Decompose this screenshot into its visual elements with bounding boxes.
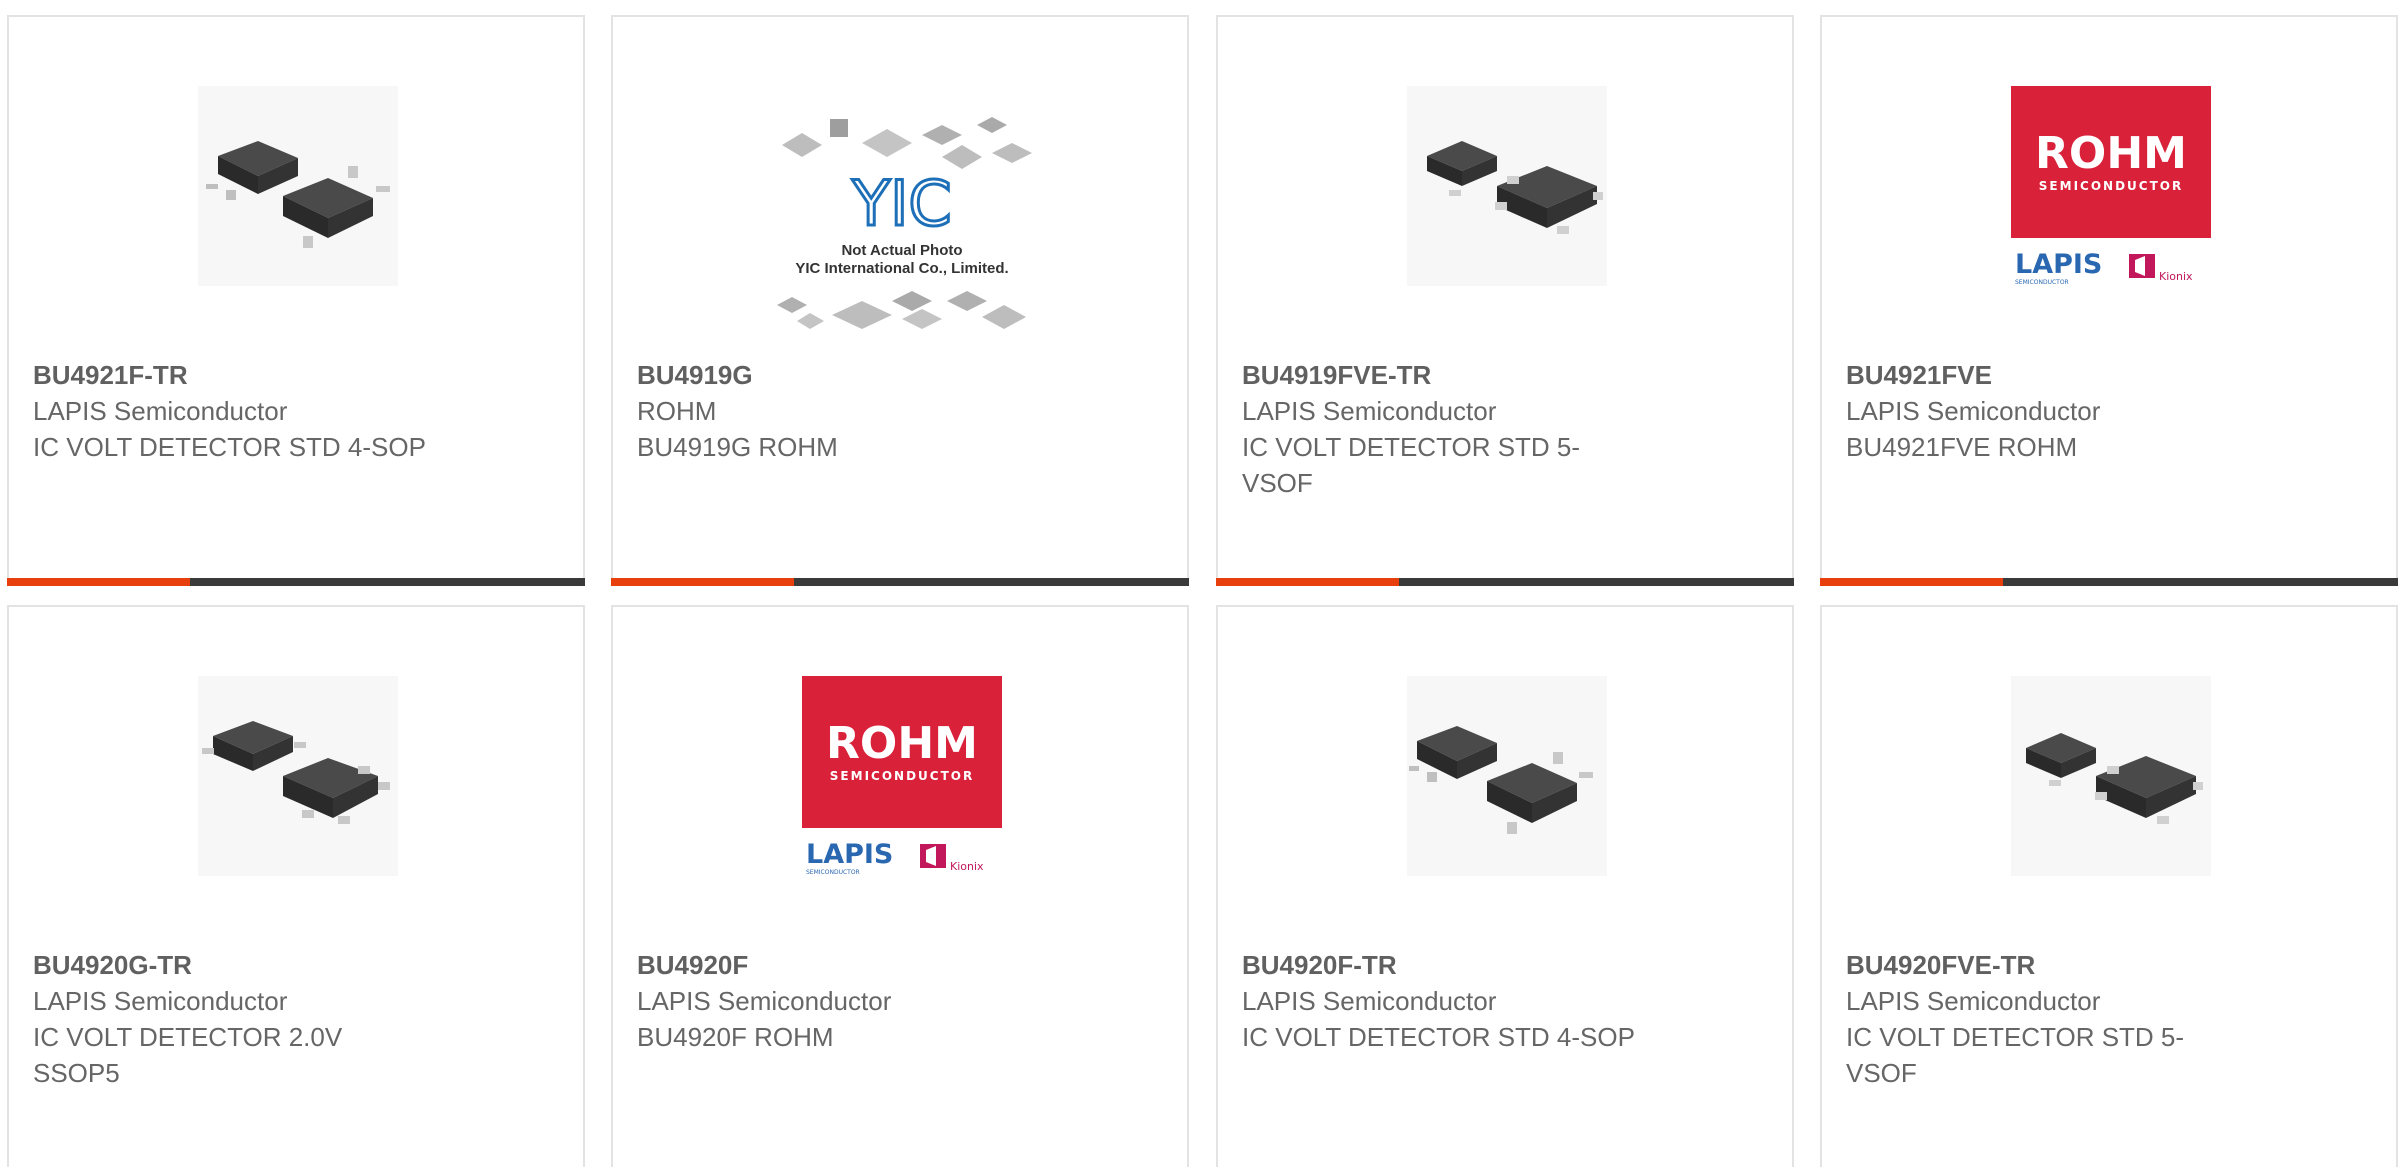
lapis-subtitle: SEMICONDUCTOR (806, 869, 860, 876)
card-accent-highlight (7, 578, 190, 586)
manufacturer: LAPIS Semiconductor (1242, 986, 1497, 1016)
manufacturer: LAPIS Semiconductor (33, 986, 288, 1016)
manufacturer: LAPIS Semiconductor (1846, 986, 2101, 1016)
rohm-logo-image[interactable]: ROHM SEMICONDUCTOR LAPIS SEMICONDUCTOR K… (802, 676, 1002, 876)
chip-sop4-image[interactable] (198, 86, 398, 286)
chip-sop4-image[interactable] (1407, 676, 1607, 876)
product-card[interactable]: BU4920F-TR LAPIS Semiconductor IC VOLT D… (1216, 605, 1794, 1167)
lapis-subtitle: SEMICONDUCTOR (2015, 279, 2069, 286)
part-number[interactable]: BU4920F-TR (1242, 950, 1397, 980)
card-accent-bar (1820, 578, 2398, 586)
part-number[interactable]: BU4921F-TR (33, 360, 188, 390)
product-card[interactable]: BU4920FVE-TR LAPIS Semiconductor IC VOLT… (1820, 605, 2398, 1167)
card-accent-highlight (1216, 578, 1399, 586)
product-description: BU4921FVE ROHM (1846, 432, 2078, 462)
rohm-subtitle: SEMICONDUCTOR (2039, 179, 2183, 193)
chip-vsof5-image[interactable] (1407, 86, 1607, 286)
product-card[interactable]: ROHM SEMICONDUCTOR LAPIS SEMICONDUCTOR K… (1820, 15, 2398, 586)
rohm-logo-image[interactable]: ROHM SEMICONDUCTOR LAPIS SEMICONDUCTOR K… (2011, 86, 2211, 286)
product-info: BU4921F-TR LAPIS Semiconductor IC VOLT D… (33, 357, 433, 465)
lapis-wordmark: LAPIS (2015, 249, 2102, 280)
part-number[interactable]: BU4921FVE (1846, 360, 1992, 390)
yic-placeholder-image[interactable]: YIC Not Actual Photo YIC International C… (752, 105, 1052, 345)
product-description: IC VOLT DETECTOR 2.0V SSOP5 (33, 1022, 343, 1088)
product-description: BU4920F ROHM (637, 1022, 834, 1052)
manufacturer: LAPIS Semiconductor (1846, 396, 2101, 426)
manufacturer: LAPIS Semiconductor (1242, 396, 1497, 426)
product-info: BU4921FVE LAPIS Semiconductor BU4921FVE … (1846, 357, 2246, 465)
product-info: BU4920F-TR LAPIS Semiconductor IC VOLT D… (1242, 947, 1642, 1055)
kionix-wordmark: Kionix (950, 860, 984, 873)
yic-brand: YIC (851, 167, 951, 240)
product-description: BU4919G ROHM (637, 432, 838, 462)
part-number[interactable]: BU4919G (637, 360, 753, 390)
product-card[interactable]: BU4920G-TR LAPIS Semiconductor IC VOLT D… (7, 605, 585, 1167)
card-accent-highlight (1820, 578, 2003, 586)
kionix-wordmark: Kionix (2159, 270, 2193, 283)
part-number[interactable]: BU4920FVE-TR (1846, 950, 2035, 980)
product-card[interactable]: YIC Not Actual Photo YIC International C… (611, 15, 1189, 586)
manufacturer: LAPIS Semiconductor (637, 986, 892, 1016)
card-accent-highlight (611, 578, 794, 586)
rohm-wordmark: ROHM (826, 718, 978, 769)
lapis-wordmark: LAPIS (806, 839, 893, 870)
card-accent-bar (611, 578, 1189, 586)
product-info: BU4920G-TR LAPIS Semiconductor IC VOLT D… (33, 947, 433, 1091)
manufacturer: LAPIS Semiconductor (33, 396, 288, 426)
card-accent-bar (1216, 578, 1794, 586)
product-card[interactable]: BU4919FVE-TR LAPIS Semiconductor IC VOLT… (1216, 15, 1794, 586)
part-number[interactable]: BU4920G-TR (33, 950, 192, 980)
product-info: BU4920FVE-TR LAPIS Semiconductor IC VOLT… (1846, 947, 2246, 1091)
rohm-wordmark: ROHM (2035, 128, 2187, 179)
yic-caption-2: YIC International Co., Limited. (795, 260, 1008, 277)
part-number[interactable]: BU4920F (637, 950, 748, 980)
product-grid: BU4921F-TR LAPIS Semiconductor IC VOLT D… (0, 0, 2400, 1167)
product-description: IC VOLT DETECTOR STD 5-VSOF (1242, 432, 1581, 498)
chip-ssop5-image[interactable] (198, 676, 398, 876)
manufacturer: ROHM (637, 396, 717, 426)
product-description: IC VOLT DETECTOR STD 4-SOP (1242, 1022, 1635, 1052)
rohm-subtitle: SEMICONDUCTOR (830, 769, 974, 783)
product-info: BU4920F LAPIS Semiconductor BU4920F ROHM (637, 947, 1037, 1055)
product-description: IC VOLT DETECTOR STD 4-SOP (33, 432, 426, 462)
chip-vsof5-image[interactable] (2011, 676, 2211, 876)
product-info: BU4919G ROHM BU4919G ROHM (637, 357, 1037, 465)
card-accent-bar (7, 578, 585, 586)
product-card[interactable]: BU4921F-TR LAPIS Semiconductor IC VOLT D… (7, 15, 585, 586)
yic-caption-1: Not Actual Photo (841, 242, 962, 259)
product-description: IC VOLT DETECTOR STD 5-VSOF (1846, 1022, 2185, 1088)
part-number[interactable]: BU4919FVE-TR (1242, 360, 1431, 390)
product-info: BU4919FVE-TR LAPIS Semiconductor IC VOLT… (1242, 357, 1642, 501)
product-card[interactable]: ROHM SEMICONDUCTOR LAPIS SEMICONDUCTOR K… (611, 605, 1189, 1167)
